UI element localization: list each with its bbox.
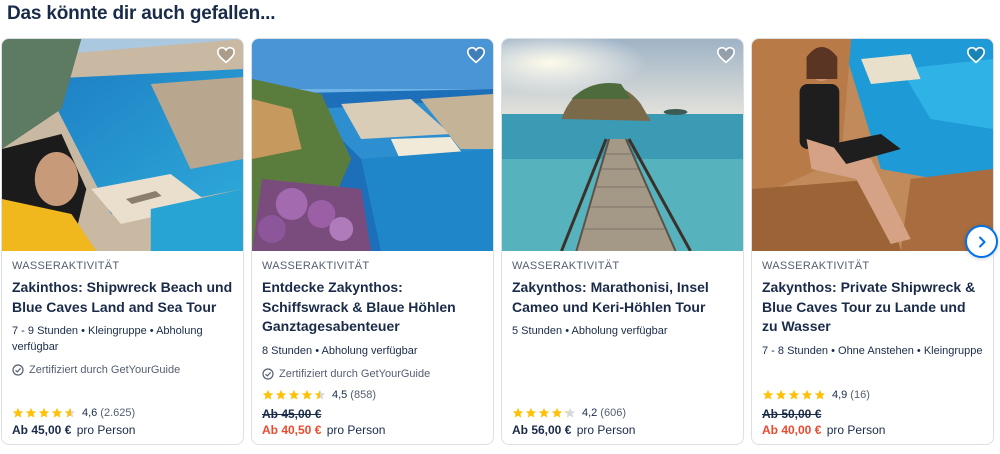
wishlist-heart-icon[interactable]: [965, 44, 987, 66]
activity-title[interactable]: Zakynthos: Marathonisi, Insel Cameo und …: [512, 278, 733, 317]
star-icon: [275, 389, 287, 400]
review-count: (606): [600, 407, 626, 419]
price-unit: pro Person: [826, 423, 886, 437]
sale-price: Ab 40,50 €: [262, 423, 322, 437]
star-icon: [25, 407, 37, 418]
activity-image[interactable]: [252, 39, 493, 251]
wishlist-heart-icon[interactable]: [215, 44, 237, 66]
star-rating-icon: [512, 407, 576, 419]
original-price: Ab 45,00 €: [262, 407, 322, 421]
review-count: (16): [850, 389, 870, 401]
check-circle-icon: [262, 368, 274, 380]
star-icon: [288, 389, 300, 400]
price: Ab 45,00 €: [12, 423, 72, 437]
activity-image[interactable]: [752, 39, 993, 251]
price: Ab 56,00 €: [512, 423, 572, 437]
star-icon: [762, 389, 774, 400]
price-row: Ab 40,50 € pro Person: [262, 423, 483, 437]
star-icon: [12, 407, 24, 418]
price-unit: pro Person: [326, 423, 386, 437]
certified-label: Zertifiziert durch GetYourGuide: [29, 364, 181, 376]
price-row: Ab 45,00 € pro Person: [12, 423, 233, 437]
price-row: Ab 56,00 € pro Person: [512, 423, 733, 437]
activity-card[interactable]: WASSERAKTIVITÄT Zakinthos: Shipwreck Bea…: [1, 38, 244, 445]
star-icon: [301, 389, 313, 400]
activity-title[interactable]: Entdecke Zakynthos: Schiffswrack & Blaue…: [262, 278, 483, 337]
price-row: Ab 40,00 € pro Person: [762, 423, 983, 437]
sale-price: Ab 40,00 €: [762, 423, 822, 437]
carousel-next-button[interactable]: [965, 225, 998, 258]
rating: 4,9 (16): [762, 389, 983, 401]
star-icon: [512, 407, 524, 418]
star-icon: [551, 407, 563, 418]
activity-image[interactable]: [2, 39, 243, 251]
certified-badge: Zertifiziert durch GetYourGuide: [12, 364, 233, 376]
review-count: (2.625): [100, 407, 136, 419]
wishlist-heart-icon[interactable]: [465, 44, 487, 66]
star-rating-icon: [12, 407, 76, 419]
star-icon: [525, 407, 537, 418]
star-icon: [262, 389, 274, 400]
star-icon: [814, 389, 826, 400]
activity-category: WASSERAKTIVITÄT: [262, 260, 370, 272]
activity-card[interactable]: WASSERAKTIVITÄT Zakynthos: Private Shipw…: [751, 38, 994, 445]
certified-badge: Zertifiziert durch GetYourGuide: [262, 368, 483, 380]
original-price: Ab 50,00 €: [762, 407, 822, 421]
activity-meta: 7 - 8 Stunden • Ohne Anstehen • Kleingru…: [762, 344, 983, 357]
activity-category: WASSERAKTIVITÄT: [762, 260, 870, 272]
rating-value: 4,9: [832, 389, 848, 401]
activity-category: WASSERAKTIVITÄT: [12, 260, 120, 272]
star-icon: [775, 389, 787, 400]
activity-card[interactable]: WASSERAKTIVITÄT Entdecke Zakynthos: Schi…: [251, 38, 494, 445]
star-icon: [64, 407, 76, 418]
star-icon: [538, 407, 550, 418]
activity-card[interactable]: WASSERAKTIVITÄT Zakynthos: Marathonisi, …: [501, 38, 744, 445]
chevron-right-icon: [978, 236, 985, 247]
rating: 4,6 (2.625): [12, 407, 233, 419]
star-icon: [51, 407, 63, 418]
rating-value: 4,6: [82, 407, 98, 419]
wishlist-heart-icon[interactable]: [715, 44, 737, 66]
rating: 4,5 (858): [262, 389, 483, 401]
star-rating-icon: [762, 389, 826, 401]
activity-category: WASSERAKTIVITÄT: [512, 260, 620, 272]
rating-value: 4,2: [582, 407, 598, 419]
certified-label: Zertifiziert durch GetYourGuide: [279, 368, 431, 380]
price-unit: pro Person: [576, 423, 636, 437]
activity-meta: 5 Stunden • Abholung verfügbar: [512, 325, 668, 337]
star-rating-icon: [262, 389, 326, 401]
rating: 4,2 (606): [512, 407, 733, 419]
activity-image[interactable]: [502, 39, 743, 251]
star-icon: [801, 389, 813, 400]
activity-title[interactable]: Zakynthos: Private Shipwreck & Blue Cave…: [762, 278, 983, 337]
star-icon: [314, 389, 326, 400]
review-count: (858): [350, 389, 376, 401]
section-title: Das könnte dir auch gefallen...: [7, 3, 276, 24]
star-icon: [38, 407, 50, 418]
check-circle-icon: [12, 364, 24, 376]
star-icon: [564, 407, 576, 418]
star-icon: [788, 389, 800, 400]
activity-meta: 7 - 9 Stunden • Kleingruppe • Abholung v…: [12, 325, 203, 353]
rating-value: 4,5: [332, 389, 348, 401]
activity-meta: 8 Stunden • Abholung verfügbar: [262, 344, 418, 357]
price-unit: pro Person: [76, 423, 136, 437]
activity-title[interactable]: Zakinthos: Shipwreck Beach und Blue Cave…: [12, 278, 233, 317]
